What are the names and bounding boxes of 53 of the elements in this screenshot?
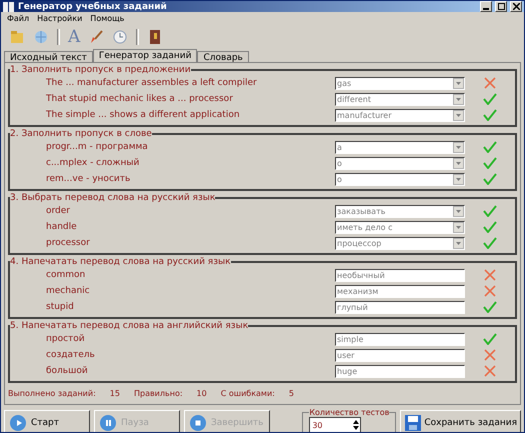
task-prompt: rem...ve - уносить (46, 174, 132, 184)
stat-label: Правильно: (134, 389, 183, 398)
answer-dropdown[interactable]: o (335, 156, 465, 170)
answer-field[interactable]: simple (335, 332, 465, 346)
answer-field[interactable]: необычный (335, 268, 465, 282)
task-prompt: stupid (46, 302, 75, 312)
answer-dropdown[interactable]: gas (335, 76, 465, 90)
answer-dropdown[interactable]: процессор (335, 236, 465, 250)
task-prompt: processor (46, 238, 91, 248)
answer-field[interactable]: huge (335, 364, 465, 378)
task-prompt: простой (46, 334, 86, 344)
task-prompt: order (46, 206, 71, 216)
task-prompt: c...mplex - сложный (46, 158, 140, 168)
answer-field[interactable]: user (335, 348, 465, 362)
group-title: 2. Заполнить пропуск в слове (10, 129, 152, 139)
answer-dropdown[interactable]: manufacturer (335, 108, 465, 122)
menu-item[interactable]: Помощь (90, 14, 124, 23)
task-prompt: handle (46, 222, 78, 232)
group-title: 4. Напечатать перевод слова на русский язык (10, 257, 231, 267)
stat-label: С ошибками: (220, 389, 275, 398)
task-prompt: That stupid mechanic likes a ... processor (46, 94, 234, 104)
stat-value: 15 (110, 389, 120, 398)
group-title: 1. Заполнить пропуск в предложении (10, 65, 191, 75)
task-prompt: mechanic (46, 286, 91, 296)
answer-field[interactable]: механизм (335, 284, 465, 298)
answer-field[interactable]: глупый (335, 300, 465, 314)
stat-value: 5 (288, 389, 294, 398)
task-prompt: большой (46, 366, 89, 376)
window-title: Генератор учебных заданий (18, 2, 168, 12)
menu-item[interactable]: Файл (7, 14, 30, 23)
task-prompt: common (46, 270, 86, 280)
group-title: 3. Выбрать перевод слова на русский язык (10, 193, 216, 203)
stat-value: 10 (196, 389, 207, 398)
task-prompt: progr...m - программа (46, 142, 149, 152)
tab[interactable]: Исходный текст (4, 51, 93, 62)
answer-dropdown[interactable]: o (335, 172, 465, 186)
answer-dropdown[interactable]: different (335, 92, 465, 106)
answer-dropdown[interactable]: заказывать (335, 204, 465, 218)
play-button[interactable]: Старт (4, 410, 90, 432)
task-prompt: The ... manufacturer assembles a left compiler (46, 78, 258, 88)
answer-dropdown[interactable]: иметь дело с (335, 220, 465, 234)
task-prompt: создатель (46, 350, 96, 360)
tab[interactable]: Словарь (197, 51, 249, 62)
answer-dropdown[interactable]: a (335, 140, 465, 154)
save-button[interactable]: Сохранить задания (400, 410, 521, 432)
test-count-spinner[interactable]: 30 (309, 417, 362, 432)
group-title: 5. Напечатать перевод слова на английский язык (10, 321, 248, 331)
task-prompt: The simple ... shows a different application (46, 110, 241, 120)
tab[interactable]: Генератор заданий (92, 49, 198, 62)
font-button[interactable]: A (68, 27, 80, 47)
test-count-label: Количество тестов (309, 408, 390, 417)
menu-item[interactable]: Настройки (37, 14, 82, 23)
stat-label: Выполнено заданий: (8, 389, 96, 398)
